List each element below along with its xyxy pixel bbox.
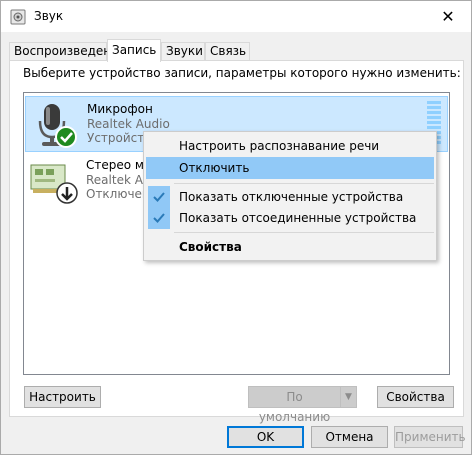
checkmark-icon [148,186,170,208]
window-title: Звук [34,9,64,23]
menu-separator [174,232,434,233]
close-icon: ✕ [441,7,455,26]
menu-item-speech-recognition[interactable]: Настроить распознавание речи [146,135,434,157]
context-menu: Настроить распознавание речи Отключить П… [143,131,437,261]
menu-item-show-disabled[interactable]: Показать отключенные устройства [146,186,434,208]
device-driver: Realtek Audio [87,117,170,131]
set-default-button[interactable]: По умолчанию ▼ [248,386,357,424]
tab-playback[interactable]: Воспроизведение [9,42,126,61]
set-default-label[interactable]: По умолчанию [248,386,340,424]
tab-communications[interactable]: Связь [205,42,250,61]
menu-item-show-disconnected[interactable]: Показать отсоединенные устройства [146,207,434,229]
menu-item-disable[interactable]: Отключить [146,157,434,179]
properties-button[interactable]: Свойства [377,386,454,408]
sound-dialog: Звук ✕ Воспроизведение Запись Звуки Связ… [0,0,472,455]
menu-item-properties[interactable]: Свойства [146,236,434,258]
device-name: Стерео ми [86,158,152,172]
checkmark-icon [148,207,170,229]
default-check-badge [55,126,77,148]
instruction-text: Выберите устройство записи, параметры ко… [23,66,461,80]
apply-button[interactable]: Применить [394,426,466,448]
device-name: Микрофон [87,102,153,116]
cancel-button[interactable]: Отмена [311,426,388,448]
configure-button[interactable]: Настроить [24,386,101,408]
menu-separator [174,183,434,184]
disabled-arrow-badge [56,182,78,204]
tab-recording[interactable]: Запись [107,39,161,62]
ok-button[interactable]: OK [227,426,304,448]
microphone-icon [38,104,77,148]
title-bar: Звук ✕ [1,1,471,32]
speaker-icon [10,9,26,25]
stereo-mix-icon [30,164,78,204]
close-button[interactable]: ✕ [425,1,471,32]
chevron-down-icon[interactable]: ▼ [340,386,357,408]
tab-sounds[interactable]: Звуки [161,42,205,61]
